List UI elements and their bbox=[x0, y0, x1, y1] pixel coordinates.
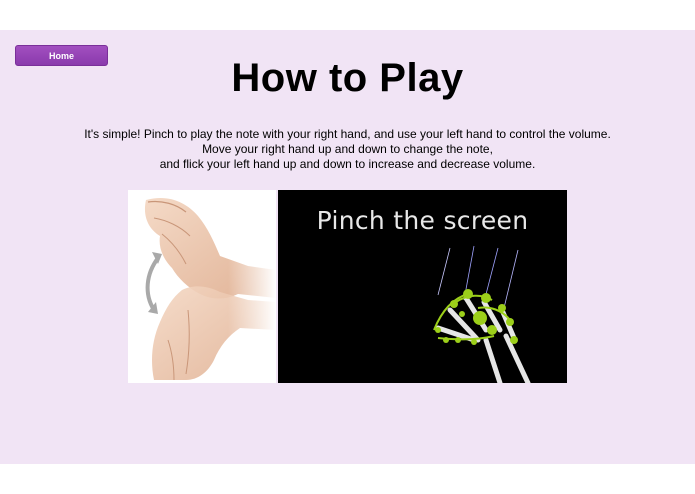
instruction-line: and flick your left hand up and down to … bbox=[159, 157, 536, 171]
hand-flick-image bbox=[128, 190, 276, 383]
instruction-line: Move your right hand up and down to chan… bbox=[202, 142, 493, 156]
page-content: Home How to Play It's simple! Pinch to p… bbox=[0, 30, 695, 464]
hand-skeleton-illustration bbox=[433, 245, 531, 383]
pinch-demo-image: Pinch the screen bbox=[278, 190, 567, 383]
hand-flick-illustration bbox=[144, 190, 276, 383]
demo-media: Pinch the screen bbox=[128, 190, 567, 383]
instruction-line: It's simple! Pinch to play the note with… bbox=[84, 127, 611, 141]
instructions: It's simple! Pinch to play the note with… bbox=[0, 127, 695, 172]
page-title: How to Play bbox=[231, 56, 464, 100]
